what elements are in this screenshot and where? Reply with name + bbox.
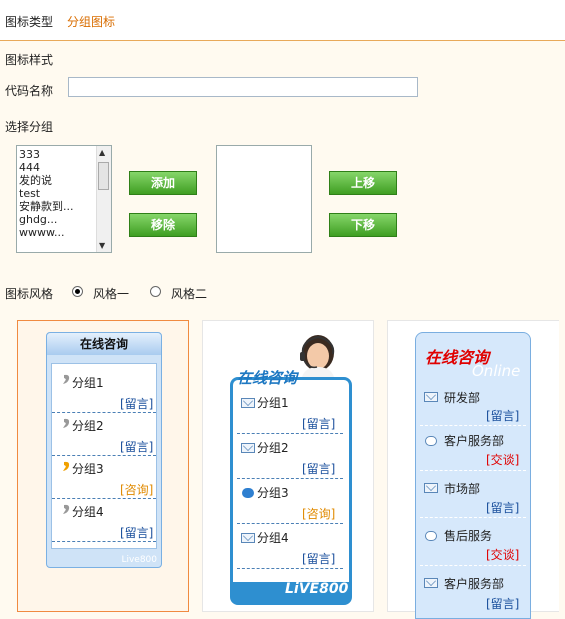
code-name-input[interactable] xyxy=(68,77,418,97)
group-name: 分组3 xyxy=(72,462,104,476)
department-link[interactable]: [交谈] xyxy=(486,451,519,468)
mail-icon xyxy=(424,483,438,493)
department-name: 售后服务 xyxy=(444,529,493,543)
group-link[interactable]: [留言] xyxy=(302,415,335,432)
widget-style2: LiVE800 分组1 [留言] 分组2 [留言] 分组3 [咨询] 分组4 [… xyxy=(230,377,352,605)
group-link[interactable]: [留言] xyxy=(120,395,153,412)
group-source-list[interactable]: 333 444 发的说 test 安静款到... ghdg... wwww...… xyxy=(16,145,112,253)
divider xyxy=(237,523,343,524)
department-name: 研发部 xyxy=(444,391,481,405)
list-item[interactable]: 444 xyxy=(17,161,97,174)
group-link[interactable]: [留言] xyxy=(302,550,335,567)
department-name: 客户服务部 xyxy=(444,434,505,448)
divider xyxy=(237,478,343,479)
widget-subtitle: Online xyxy=(472,362,521,380)
agent-avatar-icon xyxy=(300,335,335,381)
group-link[interactable]: [留言] xyxy=(302,460,335,477)
list-scrollbar[interactable]: ▲ ▼ xyxy=(96,146,111,252)
group-link[interactable]: [留言] xyxy=(120,438,153,455)
widget-style3: 在线咨询 Online 研发部 [留言] 客户服务部 [交谈] 市场部 [留言]… xyxy=(415,332,531,619)
group-name: 分组4 xyxy=(72,505,104,519)
style-one-label[interactable]: 风格一 xyxy=(93,285,129,302)
divider xyxy=(420,470,526,471)
list-item[interactable]: test xyxy=(17,187,97,200)
divider xyxy=(52,541,156,542)
group-link[interactable]: [咨询] xyxy=(120,481,153,498)
group-name: 分组1 xyxy=(257,396,289,410)
department-link[interactable]: [留言] xyxy=(486,407,519,424)
person-icon xyxy=(63,504,70,514)
widget-title: 在线咨询 xyxy=(47,333,161,355)
mail-icon xyxy=(241,443,255,453)
add-button[interactable]: 添加 xyxy=(129,171,197,195)
scroll-up-icon[interactable]: ▲ xyxy=(99,148,105,157)
list-item[interactable]: ghdg... xyxy=(17,213,97,226)
list-item[interactable]: wwww... xyxy=(17,226,97,239)
group-name: 分组1 xyxy=(72,376,104,390)
list-item[interactable]: 333 xyxy=(17,148,97,161)
widget-footer-brand: LiVE800 xyxy=(285,581,349,597)
department-link[interactable]: [留言] xyxy=(486,595,519,612)
list-item[interactable]: 发的说 xyxy=(17,174,97,187)
select-group-label: 选择分组 xyxy=(5,120,54,134)
department-link[interactable]: [交谈] xyxy=(486,546,519,563)
group-link[interactable]: [留言] xyxy=(120,524,153,541)
department-link[interactable]: [留言] xyxy=(486,499,519,516)
widget-body: 分组1 [留言] 分组2 [留言] 分组3 [咨询] 分组4 [留言] xyxy=(51,363,157,549)
group-name: 分组2 xyxy=(257,441,289,455)
widget-title: 在线咨询 xyxy=(237,369,298,387)
divider xyxy=(420,565,526,566)
divider xyxy=(420,517,526,518)
mail-icon xyxy=(424,392,438,402)
style-two-radio[interactable] xyxy=(150,286,161,297)
department-name: 客户服务部 xyxy=(444,577,505,591)
scroll-thumb[interactable] xyxy=(98,162,109,190)
style-two-label[interactable]: 风格二 xyxy=(171,285,207,302)
mail-icon xyxy=(241,533,255,543)
icon-style-radio-label: 图标风格 xyxy=(5,287,54,301)
widget-style1: 在线咨询 分组1 [留言] 分组2 [留言] 分组3 [咨询] 分组4 [留言]… xyxy=(46,332,162,568)
mail-icon xyxy=(241,398,255,408)
divider xyxy=(237,568,343,569)
mail-icon xyxy=(424,578,438,588)
group-selected-list[interactable] xyxy=(216,145,312,253)
style-preview-three[interactable]: 在线咨询 Online 研发部 [留言] 客户服务部 [交谈] 市场部 [留言]… xyxy=(387,320,559,619)
divider xyxy=(52,412,156,413)
chat-bubble-icon xyxy=(242,488,254,498)
group-name: 分组3 xyxy=(257,486,289,500)
divider xyxy=(420,425,526,426)
icon-type-label: 图标类型 xyxy=(5,15,54,29)
list-item[interactable]: 安静款到... xyxy=(17,200,97,213)
icon-type-row: 图标类型 分组图标 xyxy=(0,0,565,41)
group-name: 分组4 xyxy=(257,531,289,545)
person-icon xyxy=(63,461,70,471)
code-name-label: 代码名称 xyxy=(5,84,54,98)
style-preview-two[interactable]: LiVE800 分组1 [留言] 分组2 [留言] 分组3 [咨询] 分组4 [… xyxy=(202,320,374,612)
group-link[interactable]: [咨询] xyxy=(302,505,335,522)
widget-footer-brand: Live800 xyxy=(121,555,157,565)
divider xyxy=(237,433,343,434)
chat-bubble-icon xyxy=(425,436,437,446)
department-name: 市场部 xyxy=(444,482,481,496)
style-preview-one[interactable]: 在线咨询 分组1 [留言] 分组2 [留言] 分组3 [咨询] 分组4 [留言]… xyxy=(17,320,189,612)
person-icon xyxy=(63,418,70,428)
remove-button[interactable]: 移除 xyxy=(129,213,197,237)
style-one-radio[interactable] xyxy=(72,286,83,297)
group-name: 分组2 xyxy=(72,419,104,433)
chat-bubble-icon xyxy=(425,531,437,541)
person-icon xyxy=(63,374,70,384)
scroll-down-icon[interactable]: ▼ xyxy=(99,241,105,250)
move-up-button[interactable]: 上移 xyxy=(329,171,397,195)
move-down-button[interactable]: 下移 xyxy=(329,213,397,237)
icon-style-label: 图标样式 xyxy=(5,53,54,67)
divider xyxy=(52,455,156,456)
icon-type-value: 分组图标 xyxy=(67,15,116,29)
divider xyxy=(52,498,156,499)
